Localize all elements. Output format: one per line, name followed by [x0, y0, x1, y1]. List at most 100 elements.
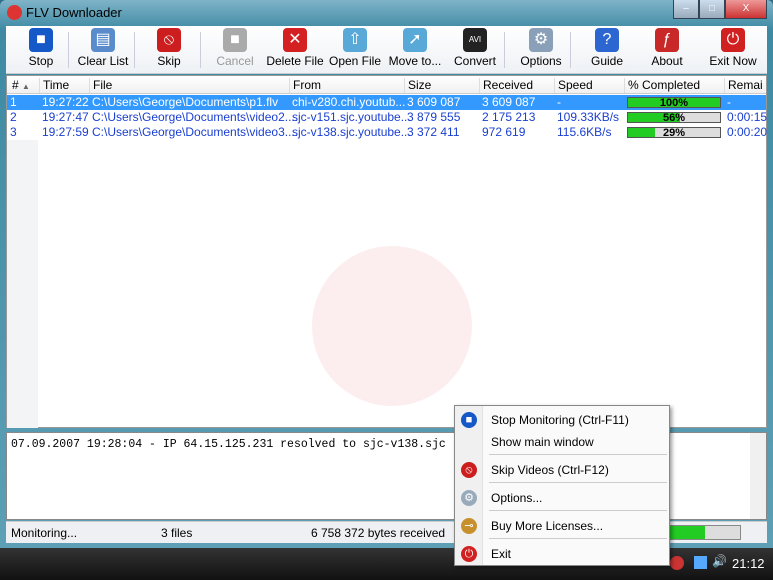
- cell-remain: -: [727, 95, 731, 109]
- menu-item-label: Options...: [491, 491, 543, 505]
- stop-icon: ■: [29, 28, 53, 52]
- col-speed[interactable]: Speed: [554, 78, 593, 93]
- cell-speed: -: [557, 95, 561, 109]
- menu-item-label: Stop Monitoring (Ctrl-F11): [491, 413, 629, 427]
- skip-videos-icon: ⦸: [461, 462, 477, 478]
- cell-size: 3 372 411: [407, 125, 460, 139]
- cell-from: chi-v280.chi.youtub...: [292, 95, 406, 109]
- cell-n: 3: [10, 125, 17, 139]
- convert-icon: AVI: [463, 28, 487, 52]
- about-icon: ƒ: [655, 28, 679, 52]
- cancel-icon: ■: [223, 28, 247, 52]
- toolbar: ■ Stop ▤ Clear List ⦸ Skip ■ Cancel ✕ Delete File…: [6, 26, 767, 74]
- status-bytes: 6 758 372 bytes received: [311, 526, 446, 540]
- about-label: About: [651, 54, 683, 68]
- close-button[interactable]: X: [725, 0, 767, 19]
- menu-item-exit[interactable]: ⏻ Exit: [455, 544, 669, 564]
- menu-item-show-main-window[interactable]: Show main window: [455, 432, 669, 452]
- open-file-label: Open File: [328, 54, 382, 68]
- col-file[interactable]: File: [89, 78, 112, 93]
- exit-now-button[interactable]: ⏻ Exit Now: [703, 28, 763, 68]
- col-number[interactable]: # ▲: [9, 78, 30, 93]
- toolbar-separator: [134, 32, 135, 68]
- flv-tray-icon[interactable]: [670, 556, 684, 570]
- col-completed[interactable]: % Completed: [624, 78, 700, 93]
- cancel-label: Cancel: [216, 54, 254, 68]
- cell-n: 2: [10, 110, 17, 124]
- stop-label: Stop: [28, 54, 54, 68]
- guide-button[interactable]: ? Guide: [577, 28, 637, 68]
- cancel-button[interactable]: ■ Cancel: [205, 28, 265, 68]
- menu-item-stop-monitoring[interactable]: ■ Stop Monitoring (Ctrl-F11): [455, 410, 669, 430]
- skip-label: Skip: [157, 54, 181, 68]
- table-row[interactable]: 1 19:27:22 C:\Users\George\Documents\p1.fl…: [7, 95, 766, 110]
- col-received[interactable]: Received: [479, 78, 533, 93]
- col-from[interactable]: From: [289, 78, 321, 93]
- stop-monitoring-icon: ■: [461, 412, 477, 428]
- move-to-button[interactable]: ➚ Move to...: [385, 28, 445, 68]
- menu-item-skip-videos[interactable]: ⦸ Skip Videos (Ctrl-F12): [455, 460, 669, 480]
- maximize-button[interactable]: □: [699, 0, 725, 19]
- progress-bar: 56%: [627, 112, 721, 124]
- app-icon: [7, 5, 22, 20]
- window-title: FLV Downloader: [26, 5, 122, 20]
- menu-item-label: Show main window: [491, 435, 594, 449]
- options-label: Options: [520, 54, 562, 68]
- status-files: 3 files: [161, 526, 193, 540]
- cell-received: 2 175 213: [482, 110, 536, 124]
- cell-remain: 0:00:15: [727, 110, 768, 124]
- list-gutter: [7, 140, 38, 428]
- exit-now-icon: ⏻: [721, 28, 745, 52]
- cell-from: sjc-v138.sjc.youtube...: [292, 125, 411, 139]
- menu-separator: [489, 538, 667, 539]
- exit-icon: ⏻: [461, 546, 477, 562]
- col-time[interactable]: Time: [39, 78, 69, 93]
- col-remaining[interactable]: Remai: [724, 78, 763, 93]
- menu-item-buy-more-licenses[interactable]: ⊸ Buy More Licenses...: [455, 516, 669, 536]
- cell-file: C:\Users\George\Documents\video2....: [92, 110, 299, 124]
- cell-size: 3 609 087: [407, 95, 461, 109]
- toolbar-separator: [504, 32, 505, 68]
- delete-file-icon: ✕: [283, 28, 307, 52]
- move-to-label: Move to...: [388, 54, 442, 68]
- options-icon: ⚙: [461, 490, 477, 506]
- minimize-button[interactable]: –: [673, 0, 699, 19]
- cell-file: C:\Users\George\Documents\video3....: [92, 125, 299, 139]
- stop-button[interactable]: ■ Stop: [11, 28, 71, 68]
- menu-item-label: Exit: [491, 547, 512, 561]
- menu-item-options[interactable]: ⚙ Options...: [455, 488, 669, 508]
- table-row[interactable]: 3 19:27:59 C:\Users\George\Documents\video…: [7, 125, 767, 140]
- cell-time: 19:27:47: [42, 110, 89, 124]
- progress-bar: 29%: [627, 127, 721, 139]
- buy-more-licenses-icon: ⊸: [461, 518, 477, 534]
- network-icon[interactable]: [694, 556, 707, 569]
- flash-watermark-icon: [312, 246, 472, 406]
- convert-button[interactable]: AVI Convert: [445, 28, 505, 68]
- clock[interactable]: 21:12: [732, 556, 765, 571]
- menu-separator: [489, 510, 667, 511]
- cell-from: sjc-v151.sjc.youtube...: [292, 110, 411, 124]
- delete-file-button[interactable]: ✕ Delete File: [265, 28, 325, 68]
- menu-item-label: Skip Videos (Ctrl-F12): [491, 463, 609, 477]
- about-button[interactable]: ƒ About: [637, 28, 697, 68]
- cell-size: 3 879 555: [407, 110, 461, 124]
- log-scrollbar[interactable]: [750, 433, 766, 519]
- clear-list-button[interactable]: ▤ Clear List: [73, 28, 133, 68]
- volume-icon[interactable]: 🔊: [712, 554, 727, 568]
- toolbar-separator: [570, 32, 571, 68]
- table-row[interactable]: 2 19:27:47 C:\Users\George\Documents\video…: [7, 110, 768, 125]
- skip-button[interactable]: ⦸ Skip: [139, 28, 199, 68]
- cell-received: 972 619: [482, 125, 526, 139]
- cell-time: 19:27:22: [42, 95, 89, 109]
- menu-separator: [489, 454, 667, 455]
- skip-icon: ⦸: [157, 28, 181, 52]
- download-list[interactable]: # ▲ Time File From Size Received Speed %…: [6, 75, 767, 428]
- open-file-button[interactable]: ⇧ Open File: [325, 28, 385, 68]
- cell-received: 3 609 087: [482, 95, 536, 109]
- toolbar-separator: [200, 32, 201, 68]
- move-to-icon: ➚: [403, 28, 427, 52]
- col-size[interactable]: Size: [404, 78, 431, 93]
- progress-bar: 100%: [627, 97, 721, 109]
- convert-label: Convert: [453, 54, 497, 68]
- options-button[interactable]: ⚙ Options: [511, 28, 571, 68]
